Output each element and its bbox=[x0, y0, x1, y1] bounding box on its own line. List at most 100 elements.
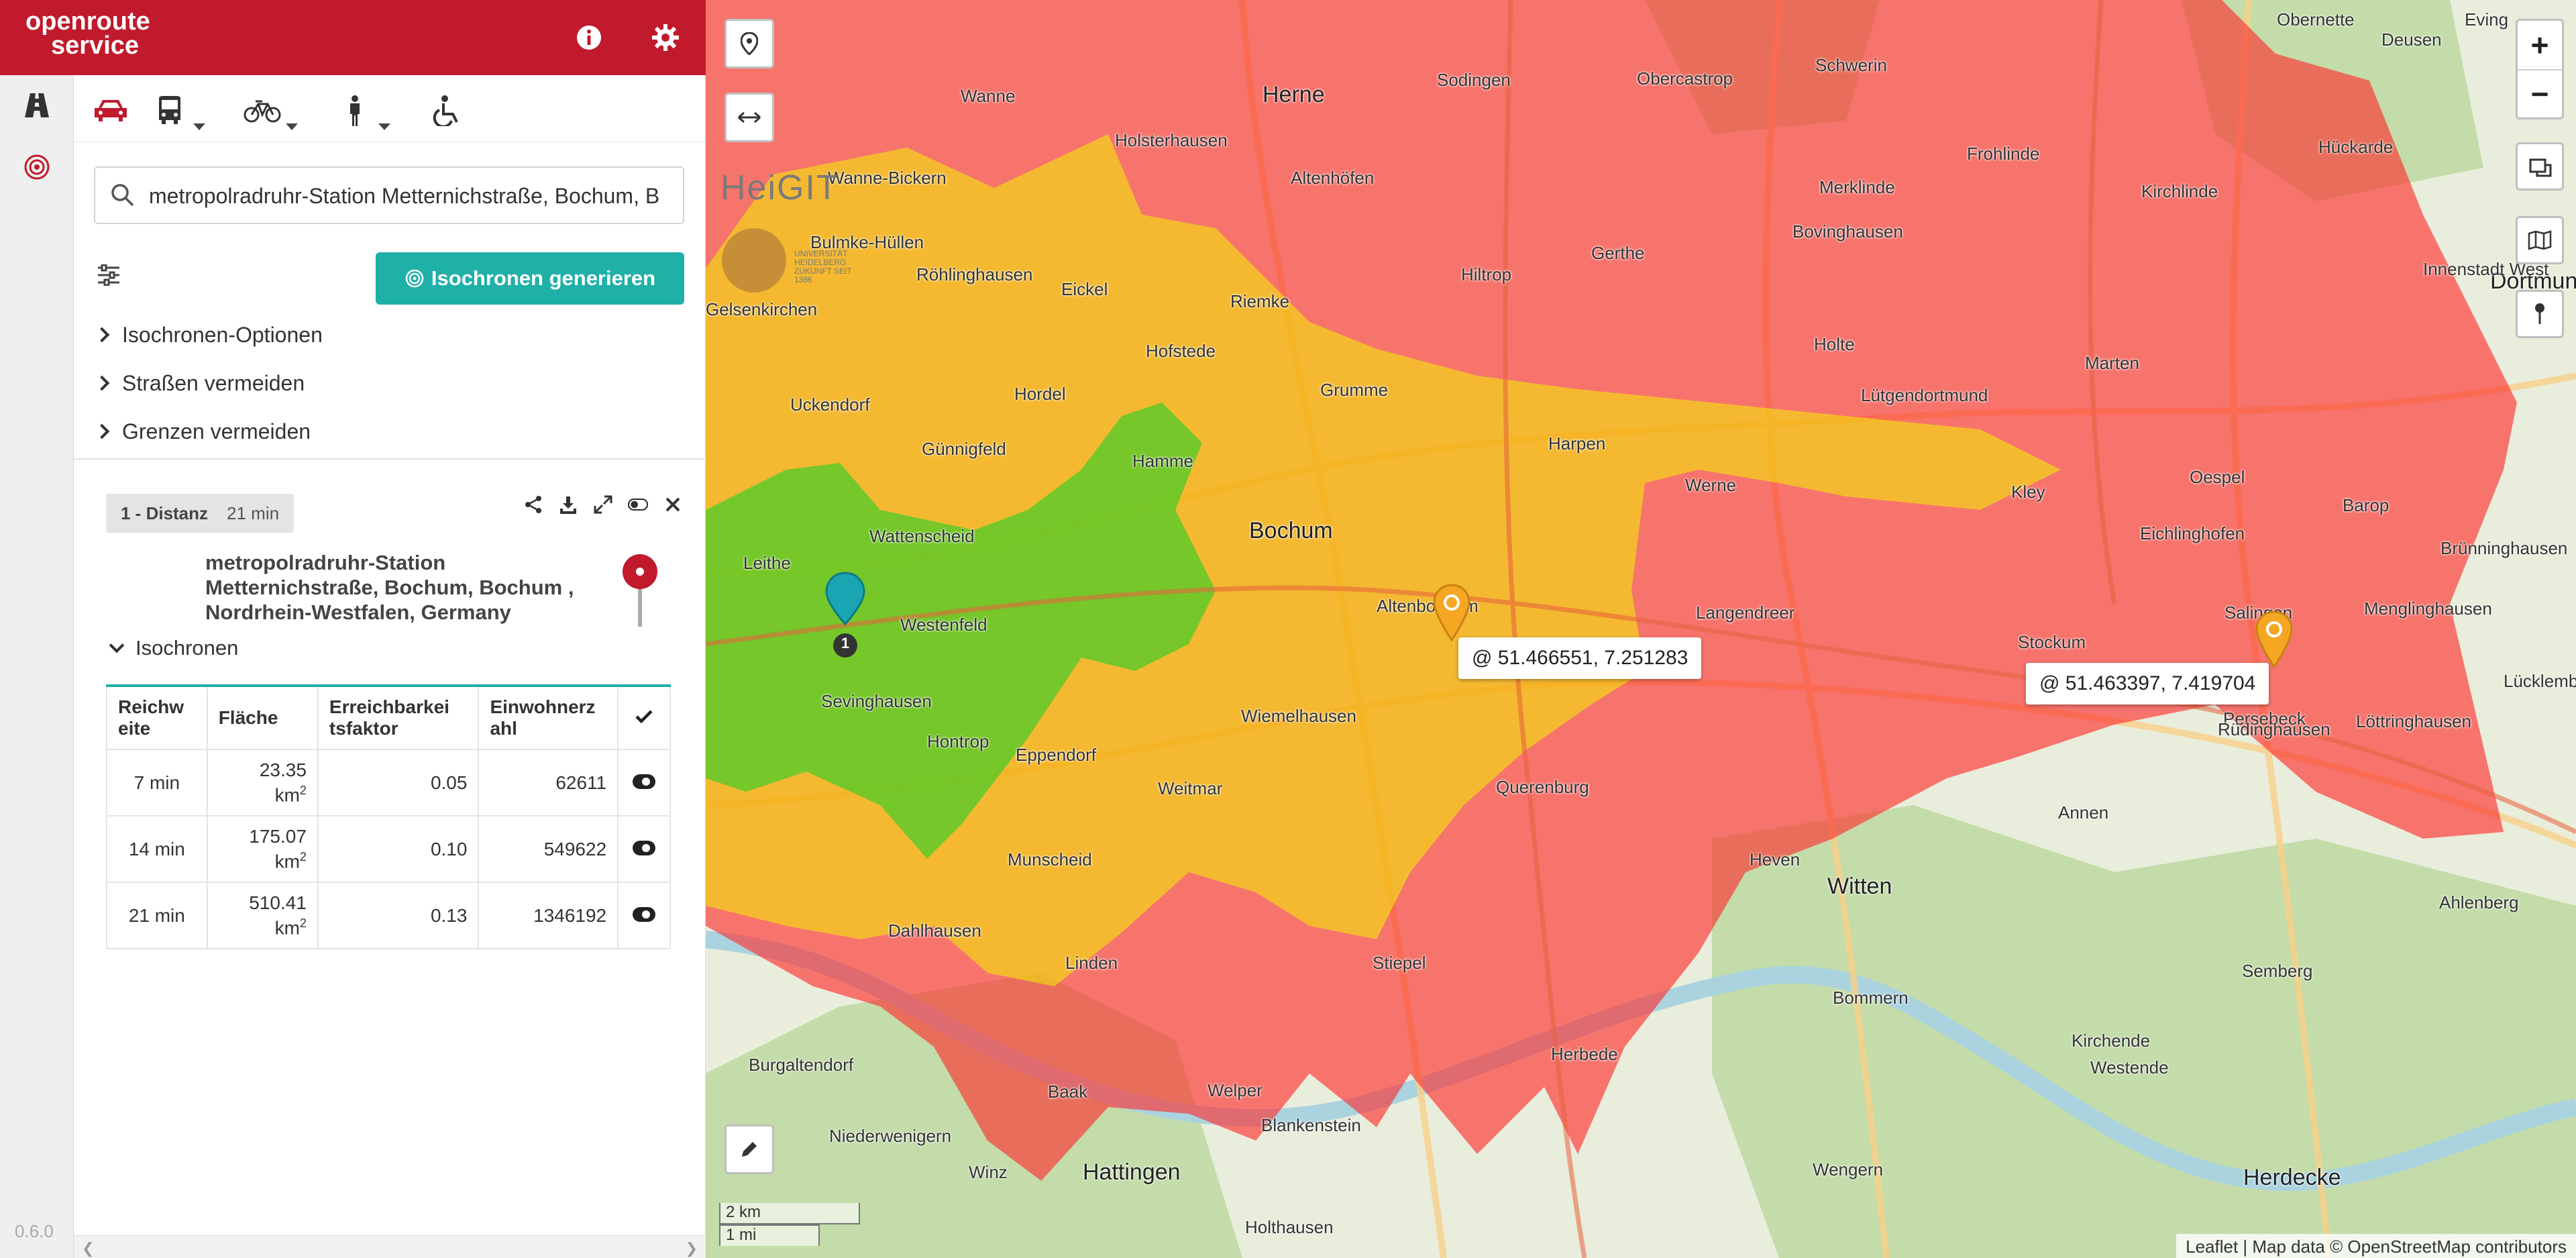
place-label: Gerthe bbox=[1591, 243, 1645, 263]
table-row: 14 min 175.07 km2 0.10 549622 bbox=[106, 815, 671, 883]
directions-mode-button[interactable] bbox=[0, 75, 74, 136]
place-marker-button[interactable] bbox=[2516, 290, 2564, 338]
filter-settings-button[interactable] bbox=[97, 264, 121, 289]
profile-walk-button[interactable] bbox=[318, 87, 392, 134]
zoom-control: + − bbox=[2516, 19, 2564, 119]
locate-button[interactable] bbox=[724, 19, 774, 68]
map[interactable]: Bochum Herne Dortmund Witten Hattingen H… bbox=[706, 0, 2576, 1258]
map-marker-icon bbox=[1433, 584, 1470, 642]
place-label: Wanne-Bickern bbox=[828, 168, 947, 188]
app-logo[interactable]: openroute service bbox=[25, 9, 150, 58]
bus-icon bbox=[159, 96, 180, 124]
scroll-left-icon[interactable]: ❮ bbox=[82, 1240, 94, 1257]
bike-dropdown-caret[interactable] bbox=[286, 123, 298, 130]
toggle-visibility-button[interactable] bbox=[628, 491, 648, 518]
generate-isochrones-button[interactable]: Isochronen generieren bbox=[376, 252, 684, 305]
pushpin-icon bbox=[2535, 303, 2544, 324]
side-panel: openroute service metropolradruhr-Statio… bbox=[0, 0, 706, 1258]
place-label: Wengern bbox=[1813, 1159, 1884, 1180]
result-toolbar bbox=[523, 491, 683, 518]
bus-dropdown-caret[interactable] bbox=[193, 123, 205, 130]
place-label: Wiemelhausen bbox=[1241, 706, 1356, 726]
place-pin[interactable] bbox=[621, 553, 659, 630]
place-label: Westenfeld bbox=[900, 615, 987, 635]
place-label: Frohlinde bbox=[1967, 144, 2040, 164]
row-visibility-toggle[interactable] bbox=[617, 882, 671, 949]
table-row: 7 min 23.35 km2 0.05 62611 bbox=[106, 749, 671, 817]
download-button[interactable] bbox=[558, 491, 578, 518]
info-button[interactable] bbox=[572, 20, 606, 55]
place-label: Bochum bbox=[1249, 518, 1333, 543]
car-icon bbox=[95, 100, 127, 121]
gear-icon bbox=[652, 24, 679, 51]
profile-bus-button[interactable] bbox=[133, 87, 207, 134]
cell-area: 23.35 km2 bbox=[206, 749, 319, 817]
profile-wheelchair-button[interactable] bbox=[411, 87, 484, 134]
waypoint-marker[interactable] bbox=[1433, 584, 1470, 645]
place-label: Löttringhausen bbox=[2356, 711, 2472, 731]
isochrones-section-toggle[interactable]: Isochronen bbox=[109, 636, 238, 660]
map-attribution[interactable]: Leaflet | Map data © OpenStreetMap contr… bbox=[2176, 1234, 2576, 1258]
expand-button[interactable] bbox=[593, 491, 613, 518]
col-header-check[interactable] bbox=[617, 685, 671, 750]
settings-button[interactable] bbox=[648, 20, 683, 55]
place-label: Weitmar bbox=[1158, 778, 1223, 798]
measure-button[interactable] bbox=[724, 93, 774, 142]
place-label: Stockum bbox=[2018, 632, 2086, 652]
chevron-down-icon bbox=[109, 637, 125, 653]
place-label: Linden bbox=[1065, 953, 1118, 973]
place-label: Kley bbox=[2011, 482, 2045, 502]
row-visibility-toggle[interactable] bbox=[617, 749, 671, 817]
draw-button[interactable] bbox=[724, 1124, 774, 1174]
zoom-in-button[interactable]: + bbox=[2518, 21, 2562, 69]
walk-dropdown-caret[interactable] bbox=[378, 123, 390, 130]
start-marker[interactable]: 1 bbox=[824, 572, 867, 662]
start-marker-label: 1 bbox=[841, 635, 850, 651]
place-label: Bommern bbox=[1833, 988, 1909, 1008]
row-visibility-toggle[interactable] bbox=[617, 815, 671, 883]
heigit-logo: HeiGIT bbox=[720, 168, 839, 207]
place-label: Blankenstein bbox=[1261, 1115, 1361, 1135]
screenshot-icon bbox=[2529, 158, 2552, 177]
place-label: Harpen bbox=[1548, 433, 1606, 454]
coordinate-popup: @ 51.463397, 7.419704 bbox=[2026, 663, 2269, 704]
place-label: Menglinghausen bbox=[2364, 598, 2492, 619]
avoid-borders-toggle[interactable]: Grenzen vermeiden bbox=[94, 415, 311, 448]
share-button[interactable] bbox=[523, 491, 543, 518]
close-button[interactable] bbox=[663, 491, 683, 518]
place-label: Eppendorf bbox=[1016, 745, 1096, 765]
avoid-streets-toggle[interactable]: Straßen vermeiden bbox=[94, 366, 305, 400]
isochrones-mode-button[interactable] bbox=[0, 137, 74, 197]
toggle-icon bbox=[633, 906, 656, 922]
panel-horizontal-scrollbar[interactable]: ❮ ❯ bbox=[74, 1235, 706, 1258]
layers-button[interactable] bbox=[2516, 216, 2564, 264]
col-header-area: Fläche bbox=[206, 685, 319, 750]
toggle-icon bbox=[633, 840, 656, 855]
isochrone-options-label: Isochronen-Optionen bbox=[122, 322, 323, 347]
university-label: UNIVERSITÄT HEIDELBERG ZUKUNFT SEIT 1386 bbox=[794, 249, 852, 284]
place-label: Obercastrop bbox=[1637, 68, 1733, 89]
isochrone-options-toggle[interactable]: Isochronen-Optionen bbox=[94, 318, 323, 352]
road-icon bbox=[25, 93, 49, 117]
table-row: 21 min 510.41 km2 0.13 1346192 bbox=[106, 882, 671, 949]
place-label: Deusen bbox=[2381, 30, 2442, 50]
coordinate-popup: @ 51.466551, 7.251283 bbox=[1458, 637, 1702, 679]
place-label: Munscheid bbox=[1008, 849, 1092, 870]
zoom-out-button[interactable]: − bbox=[2518, 69, 2562, 117]
cell-population: 1346192 bbox=[478, 882, 619, 949]
profile-bike-button[interactable] bbox=[225, 87, 299, 134]
isochrone-target-icon bbox=[405, 269, 424, 288]
scroll-right-icon[interactable]: ❯ bbox=[686, 1240, 698, 1257]
place-label: Kirchende bbox=[2072, 1031, 2151, 1051]
result-tag: 1 - Distanz 21 min bbox=[106, 494, 294, 533]
place-label: Sevinghausen bbox=[821, 691, 932, 711]
toggle-icon bbox=[628, 498, 648, 511]
place-search-input[interactable] bbox=[149, 177, 672, 215]
generate-label: Isochronen generieren bbox=[431, 266, 656, 290]
place-label: Wanne bbox=[961, 86, 1016, 106]
location-pin-icon bbox=[741, 32, 758, 55]
fullscreen-button[interactable] bbox=[2516, 142, 2564, 191]
place-label: Werne bbox=[1685, 475, 1737, 495]
map-marker-icon bbox=[2255, 611, 2293, 669]
place-label: Günnigfeld bbox=[922, 439, 1006, 459]
